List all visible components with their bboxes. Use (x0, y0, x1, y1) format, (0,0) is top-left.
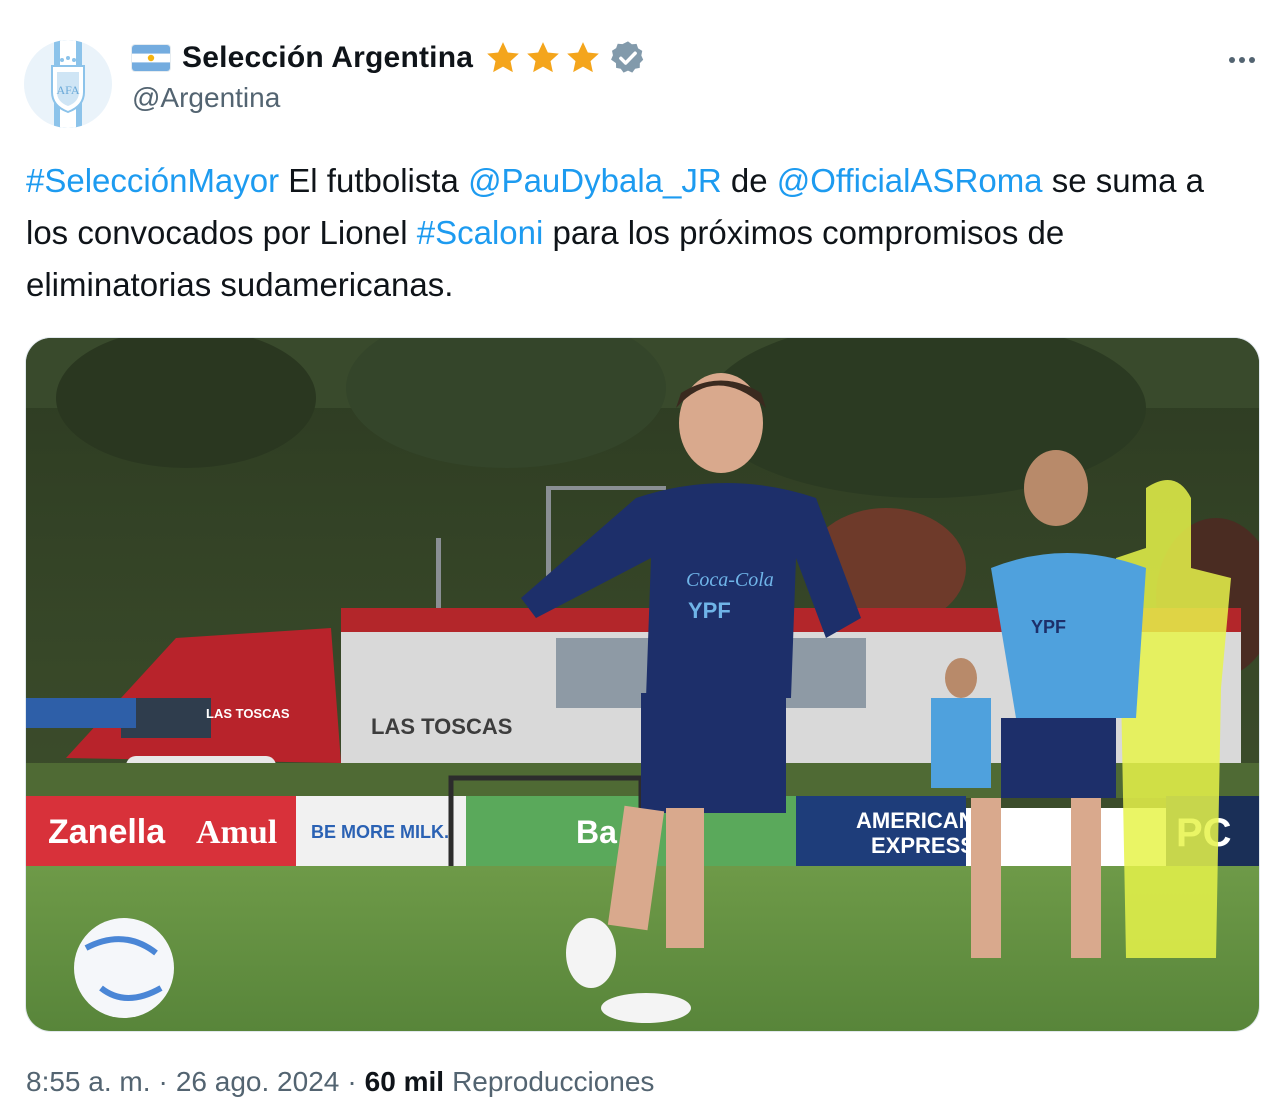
author-handle[interactable]: @Argentina (132, 82, 280, 114)
board-amex-2: EXPRESS (871, 833, 975, 858)
board-amul: Amul (196, 814, 277, 851)
truck-text: LAS TOSCAS (371, 714, 512, 739)
hashtag-link[interactable]: #Scaloni (417, 214, 544, 251)
truck-text-small: LAS TOSCAS (206, 706, 290, 721)
verified-badge-icon[interactable] (609, 39, 647, 77)
mention-link[interactable]: @OfficialASRoma (777, 162, 1043, 199)
tweet-time[interactable]: 8:55 a. m. (26, 1066, 151, 1098)
stars-badge (483, 38, 603, 78)
views-label: Reproducciones (452, 1066, 655, 1097)
tweet-photo[interactable]: LAS TOSCAS LAS TOSCAS Zanella Amul BE MO… (25, 337, 1260, 1032)
author-display-name[interactable]: Selección Argentina (182, 41, 473, 75)
shirt-brand-2: YPF (1031, 617, 1066, 637)
shirt-brand: YPF (688, 598, 731, 623)
afa-crest-icon: AFA (24, 40, 112, 128)
board-amex-1: AMERICAN (856, 808, 975, 833)
meta-separator: · (347, 1066, 357, 1097)
mention-link[interactable]: @PauDybala_JR (468, 162, 722, 199)
star-icon (567, 42, 599, 73)
tweet-meta: 8:55 a. m. · 26 ago. 2024 · 60 mil Repro… (26, 1066, 654, 1098)
tweet-text: #SelecciónMayor El futbolista @PauDybala… (26, 162, 1204, 303)
tweet-date[interactable]: 26 ago. 2024 (176, 1066, 340, 1098)
author-name-row[interactable]: Selección Argentina (132, 34, 647, 82)
meta-separator: · (158, 1066, 168, 1097)
views-count: 60 mil (364, 1066, 445, 1097)
argentina-flag-icon (132, 45, 170, 71)
board-ba: Ba (576, 814, 617, 850)
star-icon (527, 42, 559, 73)
more-options-button[interactable] (1220, 38, 1264, 82)
more-options-icon (1229, 57, 1235, 63)
star-icon (487, 42, 519, 73)
hashtag-link[interactable]: #SelecciónMayor (26, 162, 279, 199)
tweet-card: AFA Selección Argentina @Argentina #Sele… (0, 0, 1280, 1111)
svg-text:AFA: AFA (56, 83, 79, 97)
author-avatar[interactable]: AFA (24, 40, 112, 128)
board-milk: BE MORE MILK. (311, 822, 449, 842)
shirt-sponsor: Coca-Cola (686, 569, 774, 591)
board-zanella: Zanella (48, 813, 166, 851)
